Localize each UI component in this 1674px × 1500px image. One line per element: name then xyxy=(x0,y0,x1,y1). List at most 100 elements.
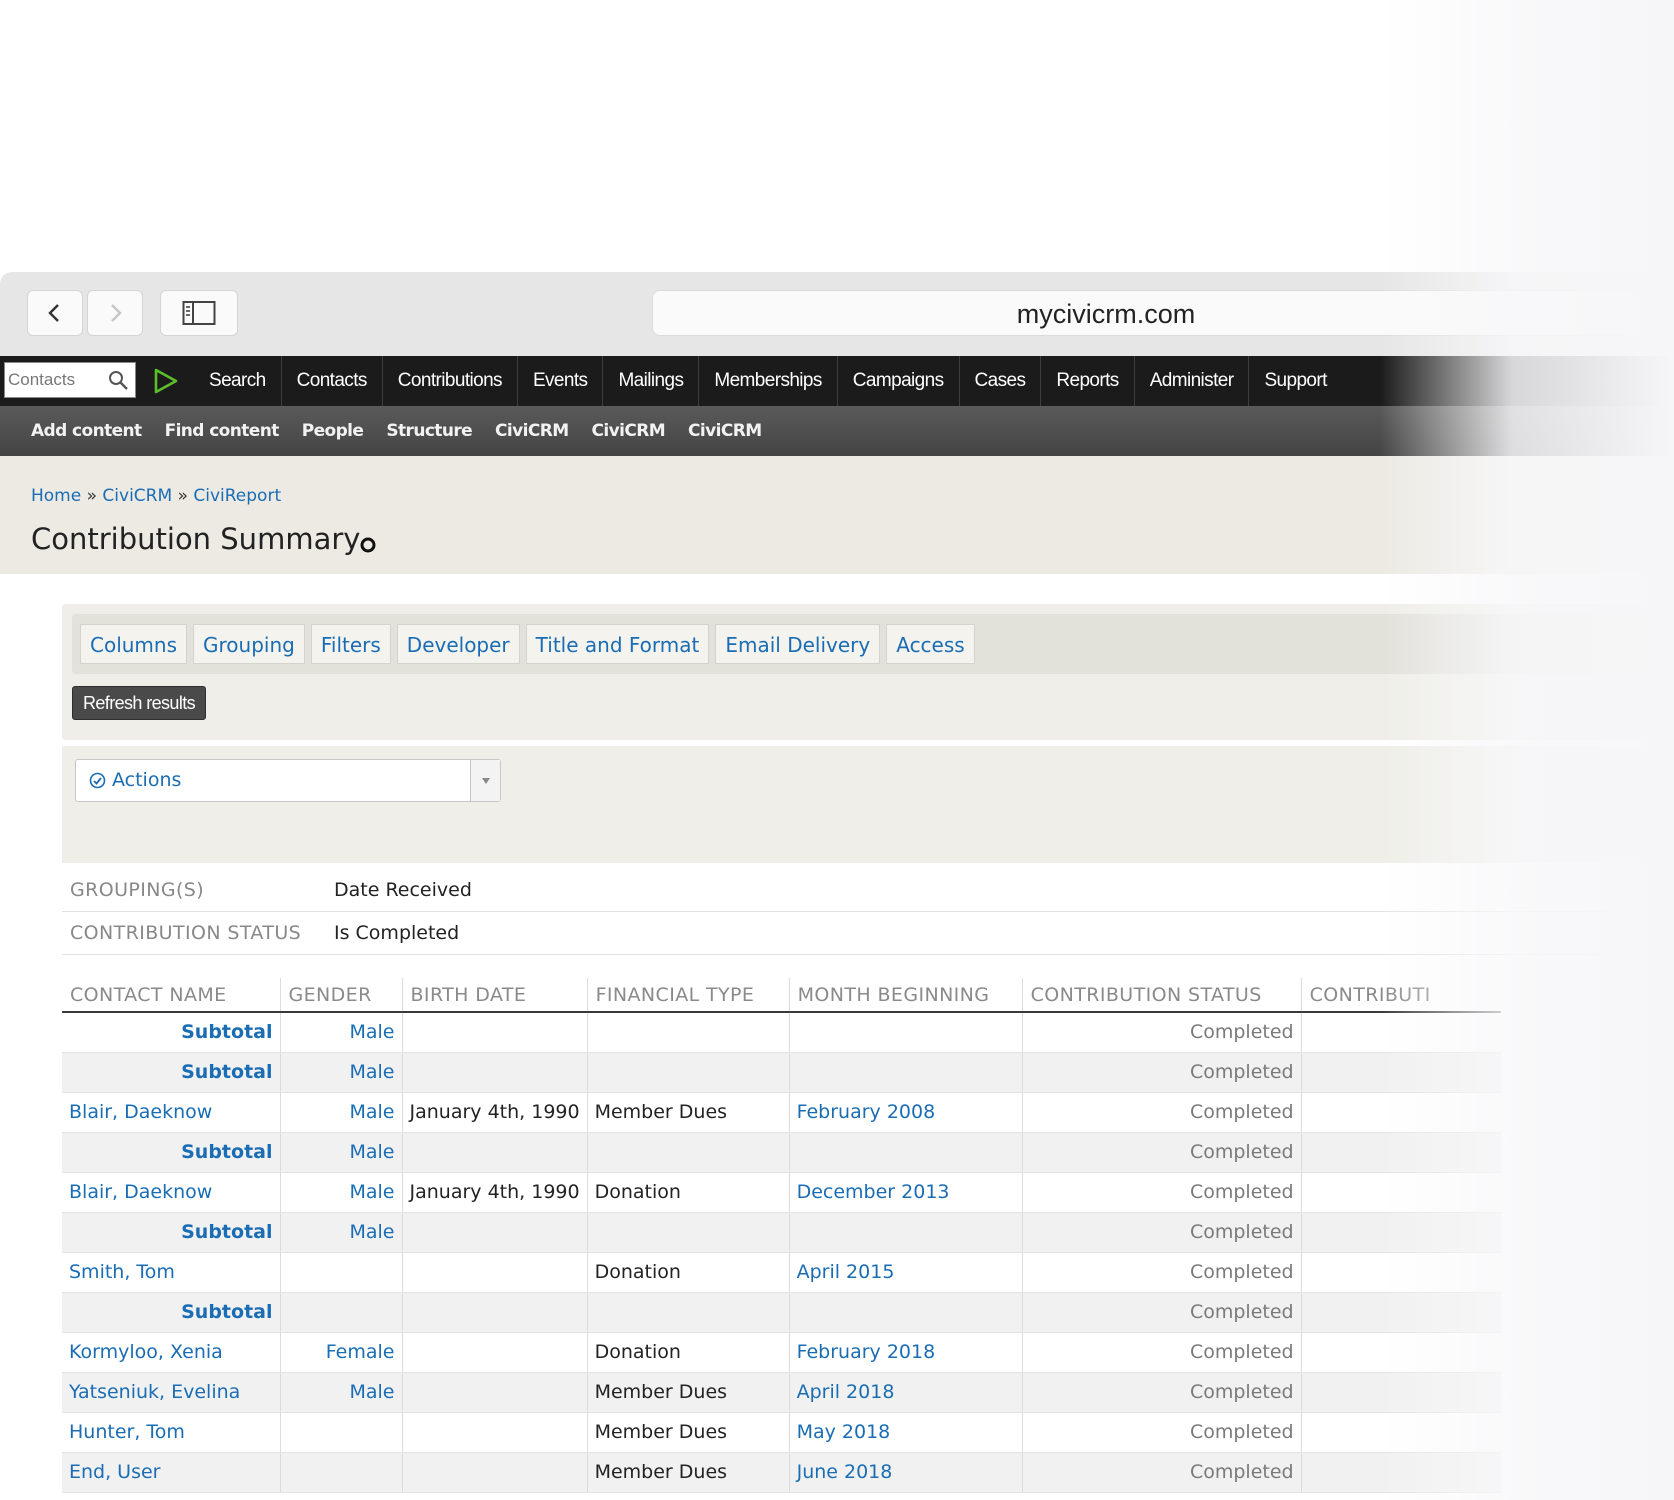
table-header: CONTACT NAME GENDER BIRTH DATE FINANCIAL TY… xyxy=(62,978,1502,1013)
financial-type-cell xyxy=(586,1012,790,1053)
subtotal-label: Subtotal xyxy=(62,1052,280,1093)
page-title: Contribution Summary xyxy=(31,522,361,556)
tab-filters[interactable]: Filters xyxy=(310,624,391,664)
birth-date-cell xyxy=(401,1212,588,1253)
contact-name-link[interactable]: Yatseniuk, Evelina xyxy=(62,1372,280,1413)
back-button[interactable] xyxy=(27,290,83,336)
breadcrumb-home-link[interactable]: Home xyxy=(31,486,81,506)
contact-name-link[interactable]: Blair, Daeknow xyxy=(62,1172,280,1213)
contribution-status-cell: Completed xyxy=(1021,1412,1302,1453)
admin-toolbar-item-civicrm[interactable]: CiviCRM xyxy=(495,406,569,456)
statistic-label: CONTRIBUTION STATUS xyxy=(70,922,302,944)
gear-icon[interactable] xyxy=(359,536,377,554)
month-beginning-link[interactable]: February 2008 xyxy=(788,1092,1023,1133)
tab-title-and-format[interactable]: Title and Format xyxy=(525,624,710,664)
column-header[interactable]: CONTRIBUTI xyxy=(1300,978,1502,1013)
gender-cell xyxy=(279,1452,402,1493)
contribution-status-cell: Completed xyxy=(1021,1452,1302,1493)
month-beginning-link[interactable]: April 2018 xyxy=(788,1372,1023,1413)
tab-developer[interactable]: Developer xyxy=(396,624,520,664)
contact-name-link[interactable]: End, User xyxy=(62,1452,280,1493)
subtotal-label: Subtotal xyxy=(62,1012,280,1053)
contribution-status-cell: Completed xyxy=(1021,1292,1302,1333)
gender-cell[interactable]: Male xyxy=(279,1172,402,1213)
birth-date-cell: January 4th, 1990 xyxy=(401,1172,588,1213)
quick-search-input[interactable] xyxy=(8,367,103,393)
month-beginning-link[interactable]: December 2013 xyxy=(788,1172,1023,1213)
column-header[interactable]: GENDER xyxy=(279,978,402,1013)
gender-cell[interactable]: Male xyxy=(279,1012,402,1053)
report-results-table: CONTACT NAME GENDER BIRTH DATE FINANCIAL TY… xyxy=(62,978,1502,1493)
admin-toolbar-item-find-content[interactable]: Find content xyxy=(165,406,280,456)
month-beginning-link[interactable]: April 2015 xyxy=(788,1252,1023,1293)
menu-item-events[interactable]: Events xyxy=(516,356,603,406)
breadcrumb-civicrm-link[interactable]: CiviCRM xyxy=(102,486,172,506)
contact-name-link[interactable]: Blair, Daeknow xyxy=(62,1092,280,1133)
gender-cell xyxy=(279,1292,402,1333)
month-beginning-link xyxy=(788,1012,1023,1053)
financial-type-cell: Donation xyxy=(586,1172,790,1213)
admin-toolbar-item-people[interactable]: People xyxy=(302,406,364,456)
menu-item-reports[interactable]: Reports xyxy=(1040,356,1133,406)
menu-item-contributions[interactable]: Contributions xyxy=(381,356,517,406)
month-beginning-link[interactable]: February 2018 xyxy=(788,1332,1023,1373)
gender-cell xyxy=(279,1252,402,1293)
birth-date-cell xyxy=(401,1252,588,1293)
column-header[interactable]: CONTRIBUTION STATUS xyxy=(1021,978,1302,1013)
menu-item-memberships[interactable]: Memberships xyxy=(698,356,836,406)
admin-toolbar-item-civicrm[interactable]: CiviCRM xyxy=(592,406,666,456)
criteria-tab-strip: Columns Grouping Filters Developer Title and… xyxy=(72,614,1674,674)
menu-item-mailings[interactable]: Mailings xyxy=(602,356,698,406)
contact-name-link[interactable]: Hunter, Tom xyxy=(62,1412,280,1453)
contribution-cell xyxy=(1300,1092,1502,1133)
actions-label: Actions xyxy=(112,769,182,791)
month-beginning-link[interactable]: June 2018 xyxy=(788,1452,1023,1493)
contribution-status-cell: Completed xyxy=(1021,1012,1302,1053)
statistic-value: Is Completed xyxy=(334,922,460,944)
actions-dropdown-toggle[interactable] xyxy=(470,760,500,801)
admin-toolbar: Add content Find content People Structure Ci… xyxy=(0,406,1674,456)
contribution-cell xyxy=(1300,1052,1502,1093)
gender-cell[interactable]: Male xyxy=(279,1052,402,1093)
menu-item-search[interactable]: Search xyxy=(194,356,281,406)
contact-name-link[interactable]: Kormyloo, Xenia xyxy=(62,1332,280,1373)
address-url: mycivicrm.com xyxy=(1016,299,1196,329)
tab-access[interactable]: Access xyxy=(886,624,975,664)
breadcrumb-civireport-link[interactable]: CiviReport xyxy=(193,486,281,506)
subtotal-label: Subtotal xyxy=(62,1132,280,1173)
gender-cell[interactable]: Male xyxy=(279,1132,402,1173)
column-header[interactable]: CONTACT NAME xyxy=(62,978,280,1013)
refresh-results-button[interactable]: Refresh results xyxy=(72,686,207,720)
gender-cell[interactable]: Male xyxy=(279,1212,402,1253)
financial-type-cell: Member Dues xyxy=(586,1452,790,1493)
menu-item-campaigns[interactable]: Campaigns xyxy=(836,356,959,406)
birth-date-cell xyxy=(401,1452,588,1493)
address-bar[interactable]: mycivicrm.com xyxy=(652,290,1674,336)
civicrm-logo-icon[interactable] xyxy=(150,366,180,396)
search-icon[interactable] xyxy=(107,369,129,391)
birth-date-cell xyxy=(401,1412,588,1453)
gender-cell[interactable]: Male xyxy=(279,1092,402,1133)
admin-toolbar-item-structure[interactable]: Structure xyxy=(386,406,472,456)
menu-item-contacts[interactable]: Contacts xyxy=(280,356,382,406)
admin-toolbar-item-civicrm[interactable]: CiviCRM xyxy=(688,406,762,456)
column-header[interactable]: MONTH BEGINNING xyxy=(788,978,1023,1013)
civicrm-menu-items: Search Contacts Contributions Events Mailing… xyxy=(194,356,1342,406)
actions-dropdown[interactable]: Actions xyxy=(75,759,501,802)
menu-item-administer[interactable]: Administer xyxy=(1133,356,1249,406)
column-header[interactable]: FINANCIAL TYPE xyxy=(586,978,790,1013)
gender-cell[interactable]: Female xyxy=(279,1332,402,1373)
menu-item-support[interactable]: Support xyxy=(1248,356,1341,406)
sidebar-toggle-button[interactable] xyxy=(160,290,238,336)
tab-columns[interactable]: Columns xyxy=(80,624,188,664)
admin-toolbar-item-add-content[interactable]: Add content xyxy=(31,406,142,456)
tab-grouping[interactable]: Grouping xyxy=(193,624,305,664)
menu-item-cases[interactable]: Cases xyxy=(958,356,1041,406)
contact-name-link[interactable]: Smith, Tom xyxy=(62,1252,280,1293)
month-beginning-link[interactable]: May 2018 xyxy=(788,1412,1023,1453)
tab-email-delivery[interactable]: Email Delivery xyxy=(715,624,881,664)
forward-button[interactable] xyxy=(87,290,143,336)
column-header[interactable]: BIRTH DATE xyxy=(401,978,588,1013)
contribution-cell xyxy=(1300,1212,1502,1253)
gender-cell[interactable]: Male xyxy=(279,1372,402,1413)
